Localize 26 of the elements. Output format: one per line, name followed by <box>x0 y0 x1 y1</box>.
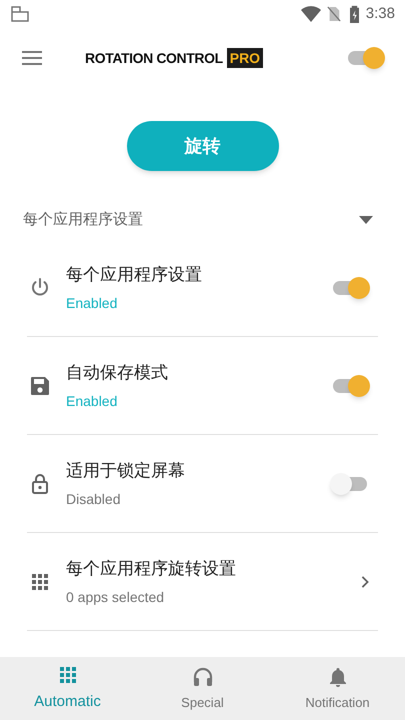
no-sim-icon <box>326 6 341 22</box>
row-title: 自动保存模式 <box>66 362 169 382</box>
wifi-icon <box>300 6 321 22</box>
dropdown-arrow-icon <box>359 216 373 224</box>
row-subtitle: Enabled <box>66 392 118 408</box>
nav-tab[interactable]: Notification <box>270 657 405 720</box>
chevron-right-icon <box>361 576 369 588</box>
row-subtitle: Enabled <box>66 294 118 310</box>
battery-charging-icon <box>348 5 360 23</box>
row-title: 每个应用程序旋转设置 <box>66 558 237 578</box>
row-title: 每个应用程序设置 <box>66 264 203 284</box>
pro-badge: PRO <box>226 48 264 68</box>
section-header[interactable]: 每个应用程序设置 <box>0 209 405 231</box>
row-subtitle: 0 apps selected <box>66 588 166 604</box>
settings-row[interactable]: 自动保存模式 Enabled <box>27 337 378 435</box>
screenshot-icon <box>10 4 30 24</box>
settings-row[interactable]: 每个应用程序设置 Enabled <box>27 239 378 337</box>
row-title: 适用于锁定屏幕 <box>66 460 186 480</box>
logo-text: ROTATION CONTROL <box>85 49 223 68</box>
clock-time: 3:38 <box>366 4 395 24</box>
row-subtitle: Disabled <box>66 490 122 506</box>
nav-tab[interactable]: Automatic <box>0 657 135 720</box>
section-title: 每个应用程序设置 <box>23 210 144 230</box>
settings-row[interactable]: 适用于锁定屏幕 Disabled <box>27 435 378 533</box>
settings-row[interactable]: 每个应用程序旋转设置 0 apps selected <box>27 533 378 631</box>
nav-tab[interactable]: Special <box>135 657 270 720</box>
